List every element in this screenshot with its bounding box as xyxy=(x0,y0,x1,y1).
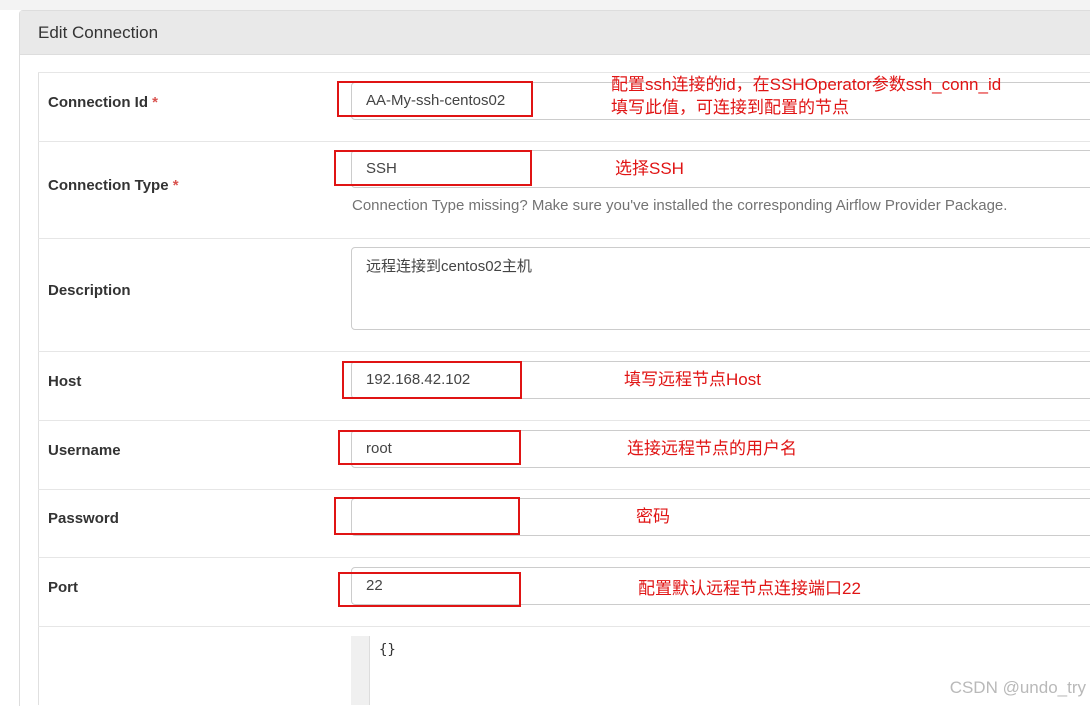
username-value: root xyxy=(366,440,392,457)
annotation-password: 密码 xyxy=(636,507,670,526)
extra-json-value: {} xyxy=(379,642,396,658)
description-label: Description xyxy=(48,282,131,299)
host-value: 192.168.42.102 xyxy=(366,371,471,388)
connection-id-value: AA-My-ssh-centos02 xyxy=(366,92,506,109)
annotation-port: 配置默认远程节点连接端口22 xyxy=(638,579,861,598)
description-textarea[interactable]: 远程连接到centos02主机 xyxy=(351,247,1090,330)
username-label: Username xyxy=(48,442,121,459)
watermark: CSDN @undo_try xyxy=(949,678,1086,697)
editor-gutter xyxy=(351,636,370,705)
annotation-host: 填写远程节点Host xyxy=(624,370,761,389)
connection-type-label-text: Connection Type xyxy=(48,177,169,194)
annotation-connection-type: 选择SSH xyxy=(615,159,684,178)
description-value: 远程连接到centos02主机 xyxy=(366,258,532,275)
password-input[interactable] xyxy=(351,498,1090,536)
port-label: Port xyxy=(48,579,78,596)
password-label: Password xyxy=(48,510,119,527)
connection-id-label-text: Connection Id xyxy=(48,94,148,111)
connection-type-value: SSH xyxy=(366,160,397,177)
annotation-connection-id-1: 配置ssh连接的id，在SSHOperator参数ssh_conn_id xyxy=(611,75,1002,94)
connection-type-select[interactable]: SSH xyxy=(351,150,1090,188)
port-value: 22 xyxy=(366,577,383,594)
required-marker: * xyxy=(152,94,159,111)
connection-id-label: Connection Id * xyxy=(48,94,158,111)
connection-type-help: Connection Type missing? Make sure you'v… xyxy=(352,197,1008,214)
required-marker: * xyxy=(172,177,179,194)
panel-title: Edit Connection xyxy=(20,11,1090,55)
annotation-username: 连接远程节点的用户名 xyxy=(627,439,797,458)
connection-type-label: Connection Type * xyxy=(48,177,179,194)
host-label: Host xyxy=(48,373,82,390)
annotation-connection-id-2: 填写此值，可连接到配置的节点 xyxy=(611,98,849,117)
top-strip xyxy=(0,0,1090,10)
